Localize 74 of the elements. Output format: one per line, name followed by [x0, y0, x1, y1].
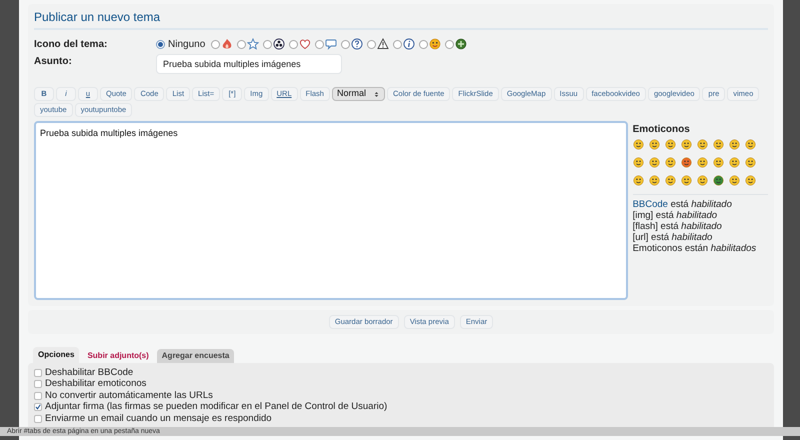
radio-button[interactable]: [211, 40, 220, 48]
smiley-icon[interactable]: [680, 157, 692, 168]
checkmark-icon: [35, 403, 41, 412]
updown-icon: [372, 90, 380, 98]
radio-button[interactable]: [263, 40, 272, 48]
smiley-icon[interactable]: [680, 175, 692, 186]
status-line: [url] está habilitado: [632, 232, 714, 243]
radio-button[interactable]: [237, 40, 246, 48]
radio-button[interactable]: [156, 40, 165, 48]
bbcode-link[interactable]: BBCode: [632, 199, 668, 210]
smiley-icon[interactable]: [696, 139, 708, 150]
option-label: Enviarme un email cuando un mensaje es respondido: [45, 412, 272, 426]
smiley-icon[interactable]: [680, 139, 692, 150]
field-label: Asunto:: [34, 55, 73, 69]
status-line: Emoticonos están habilitados: [632, 243, 758, 254]
smiley-icon[interactable]: [632, 157, 644, 168]
checkbox[interactable]: [34, 392, 42, 400]
emoticons-title: Emoticonos: [632, 123, 691, 137]
flame-icon: [221, 38, 234, 50]
radio-button[interactable]: [393, 40, 402, 48]
field-label: Icono del tema:: [34, 38, 108, 52]
option-label: Ninguno: [168, 38, 206, 52]
radio-button[interactable]: [419, 40, 428, 48]
radioactive-icon: [273, 38, 286, 50]
radio-button[interactable]: [367, 40, 376, 48]
smiley-icon[interactable]: [744, 157, 756, 168]
speech-bubble-icon: [325, 38, 338, 50]
smiley-icon[interactable]: [696, 157, 708, 168]
radio-button[interactable]: [289, 40, 298, 48]
smiley-icon[interactable]: [648, 139, 660, 150]
info-icon: [403, 38, 416, 50]
smiley-icon[interactable]: [664, 139, 676, 150]
tab[interactable]: Subir adjunto(s): [82, 349, 154, 363]
star-icon: [247, 38, 260, 50]
plus-circle-icon: [455, 38, 468, 50]
smiley-icon[interactable]: [648, 175, 660, 186]
checkbox[interactable]: [34, 403, 42, 412]
warning-icon: [377, 38, 390, 50]
smiley-icon[interactable]: [632, 139, 644, 150]
smiley-icon[interactable]: [744, 175, 756, 186]
checkbox[interactable]: [34, 414, 42, 423]
subject-field[interactable]: Prueba subida multiples imágenes: [156, 54, 342, 74]
smiley-icon[interactable]: [632, 175, 644, 186]
option-label: No convertir automáticamente las URLs: [45, 388, 213, 402]
smiley-icon[interactable]: [712, 157, 724, 168]
radio-button[interactable]: [341, 40, 350, 48]
question-icon: [351, 38, 364, 50]
smiley-icon[interactable]: [744, 139, 756, 150]
checkbox[interactable]: [34, 368, 42, 377]
message-field[interactable]: Prueba subida multiples imágenes: [34, 121, 628, 300]
option-label: Deshabilitar emoticonos: [45, 377, 146, 391]
smiley-icon[interactable]: [664, 175, 676, 186]
smiley-icon[interactable]: [664, 157, 676, 168]
heart-icon: [299, 38, 312, 50]
tab[interactable]: Opciones: [33, 347, 80, 363]
smiley-icon[interactable]: [728, 157, 740, 168]
smiley-icon[interactable]: [728, 139, 740, 150]
radio-button[interactable]: [445, 40, 454, 48]
status-line: [img] está habilitado: [632, 210, 718, 221]
section-heading: Publicar un nuevo tema: [34, 8, 768, 30]
status-line: BBCode está habilitado: [632, 199, 733, 210]
tab[interactable]: Agregar encuesta: [156, 349, 234, 363]
checkbox[interactable]: [34, 380, 42, 388]
option-label: Adjuntar firma (las firmas se pueden modificar en el Panel de Control de Usuario): [45, 400, 388, 414]
option-label: Deshabilitar BBCode: [45, 366, 134, 379]
smiley-icon[interactable]: [648, 157, 660, 168]
smiley-icon[interactable]: [712, 175, 724, 186]
size-select[interactable]: Normal: [332, 87, 385, 101]
smiley-icon: [429, 38, 442, 50]
smiley-icon[interactable]: [728, 175, 740, 186]
smiley-icon[interactable]: [712, 139, 724, 150]
smiley-icon[interactable]: [696, 175, 708, 186]
status-line: [flash] está habilitado: [632, 221, 723, 232]
radio-button[interactable]: [315, 40, 324, 48]
